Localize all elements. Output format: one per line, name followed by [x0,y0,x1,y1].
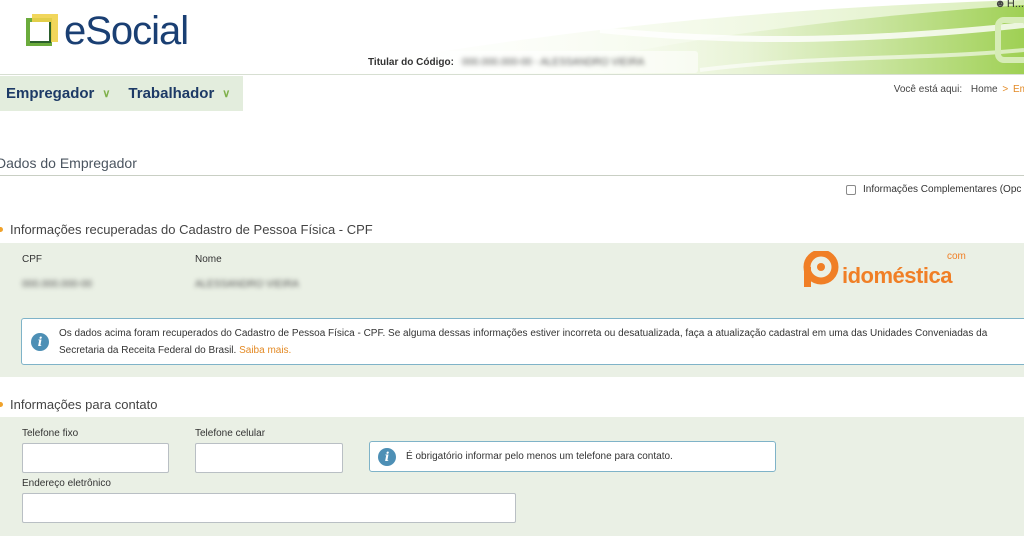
cpf-value: 000.000.000-00 [22,279,93,290]
idomestica-logo-icon [802,249,840,289]
titular-value: 000.000.000-00 - ALESSANDRO VIEIRA [461,56,645,68]
breadcrumb-separator: > [1002,84,1009,95]
phone-info-text: É obrigatório informar pelo menos um tel… [406,451,673,462]
nav-empregador[interactable]: Empregador ∨ [6,85,110,102]
user-name[interactable]: H... [1007,0,1024,10]
email-label: Endereço eletrônico [22,478,111,489]
page-title: Dados do Empregador [0,155,137,171]
breadcrumb-current: Em [1013,84,1024,95]
user-icon[interactable]: ☻ [994,0,1006,10]
nav-trabalhador-label: Trabalhador [128,85,215,102]
cpf-info-box: i Os dados acima foram recuperados do Ca… [21,318,1024,365]
telefone-celular-label: Telefone celular [195,428,266,439]
esocial-logo[interactable]: eSocial [24,9,189,53]
contact-section-heading: Informações para contato [0,391,157,417]
nav-empregador-label: Empregador [6,85,95,102]
telefone-celular-input[interactable] [195,443,343,473]
main-nav: Empregador ∨ Trabalhador ∨ [0,76,243,111]
idomestica-watermark: idoméstica com [802,249,966,289]
contact-section-title: Informações para contato [10,396,158,412]
breadcrumb-home-link[interactable]: Home [971,84,998,95]
cpf-section-heading: Informações recuperadas do Cadastro de P… [0,216,373,242]
nome-label: Nome [195,254,222,265]
complementary-info-label: Informações Complementares (Opc [863,184,1022,195]
header: eSocial Titular do Código: 000.000.000-0… [0,0,1024,75]
title-divider [0,175,1024,176]
cpf-info-message: Os dados acima foram recuperados do Cada… [59,327,988,356]
nome-value: ALESSANDRO VIEIRA [195,279,299,290]
saiba-mais-link[interactable]: Saiba mais. [239,345,291,356]
idomestica-text: idoméstica [842,263,952,288]
contact-panel: Telefone fixo Telefone celular i É obrig… [0,417,1024,536]
breadcrumb-prefix: Você está aqui: [893,84,963,95]
info-icon: i [378,447,396,466]
breadcrumb: Você está aqui: Home > Em [894,84,1024,95]
complementary-info-toggle[interactable]: Informações Complementares (Opc [846,184,1021,195]
nav-trabalhador[interactable]: Trabalhador ∨ [128,85,230,102]
cpf-info-text: Os dados acima foram recuperados do Cada… [59,325,1024,359]
bullet-icon [0,226,3,232]
titular-bar: Titular do Código: 000.000.000-00 - ALES… [358,51,698,73]
esocial-logo-icon [24,12,62,50]
info-icon: i [31,332,49,351]
cpf-label: CPF [22,254,42,265]
app-name: eSocial [64,9,189,53]
idomestica-com: com [947,251,966,262]
email-input[interactable] [22,493,516,523]
complementary-info-checkbox[interactable] [846,184,856,195]
chevron-down-icon: ∨ [102,88,111,100]
telefone-fixo-input[interactable] [22,443,169,473]
bullet-icon [0,401,3,407]
phone-info-box: i É obrigatório informar pelo menos um t… [369,441,776,472]
chevron-down-icon: ∨ [222,88,231,100]
telefone-fixo-label: Telefone fixo [22,428,79,439]
titular-label: Titular do Código: [368,56,454,68]
cpf-section-title: Informações recuperadas do Cadastro de P… [10,221,373,237]
